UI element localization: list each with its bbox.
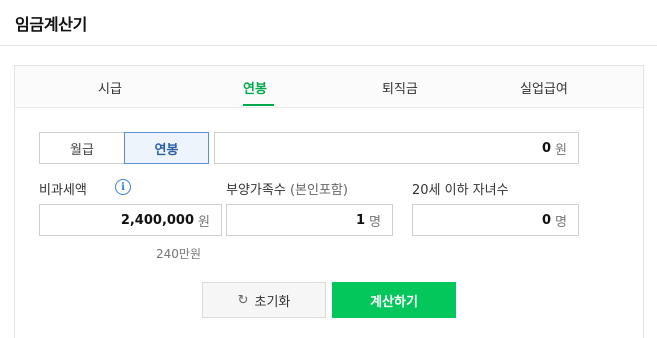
calculator-card: 시급 연봉 퇴직금 실업급여 월급 연봉 0 원 비과세액 i 부양가족수 (본… — [14, 65, 644, 338]
tab-severance[interactable]: 퇴직금 — [382, 78, 418, 97]
dependents-unit: 명 — [369, 214, 381, 230]
refresh-icon: ↻ — [237, 292, 249, 308]
salary-unit: 원 — [555, 142, 567, 158]
nontaxable-unit: 원 — [198, 214, 210, 230]
children-input[interactable]: 0 명 — [412, 204, 579, 236]
tab-annual[interactable]: 연봉 — [243, 78, 267, 97]
header: 임금계산기 — [0, 0, 657, 46]
nontaxable-label: 비과세액 — [39, 183, 87, 198]
info-icon[interactable]: i — [115, 179, 131, 195]
nontaxable-input[interactable]: 2,400,000 원 — [39, 204, 222, 236]
segment-annual[interactable]: 연봉 — [124, 132, 209, 164]
dependents-input[interactable]: 1 명 — [226, 204, 393, 236]
nontaxable-value: 2,400,000 — [120, 212, 195, 228]
nontaxable-helper: 240만원 — [156, 247, 201, 261]
tab-hourly[interactable]: 시급 — [98, 78, 122, 97]
dependents-label-text: 부양가족수 — [226, 183, 286, 198]
tab-bar: 시급 연봉 퇴직금 실업급여 — [15, 66, 643, 108]
reset-label: 초기화 — [254, 294, 291, 310]
segment-monthly[interactable]: 월급 — [39, 132, 125, 164]
reset-button[interactable]: ↻ 초기화 — [202, 282, 326, 318]
tab-unemployment[interactable]: 실업급여 — [520, 78, 568, 97]
children-unit: 명 — [555, 214, 567, 230]
dependents-sublabel: (본인포함) — [289, 183, 348, 198]
calculate-button[interactable]: 계산하기 — [332, 282, 456, 318]
dependents-label: 부양가족수 (본인포함) — [226, 179, 348, 198]
salary-value: 0 — [541, 140, 552, 156]
children-value: 0 — [541, 212, 552, 228]
dependents-value: 1 — [355, 212, 366, 228]
page-title: 임금계산기 — [15, 15, 88, 34]
active-tab-indicator — [243, 104, 274, 106]
children-label: 20세 이하 자녀수 — [412, 183, 509, 198]
salary-input[interactable]: 0 원 — [214, 132, 579, 164]
